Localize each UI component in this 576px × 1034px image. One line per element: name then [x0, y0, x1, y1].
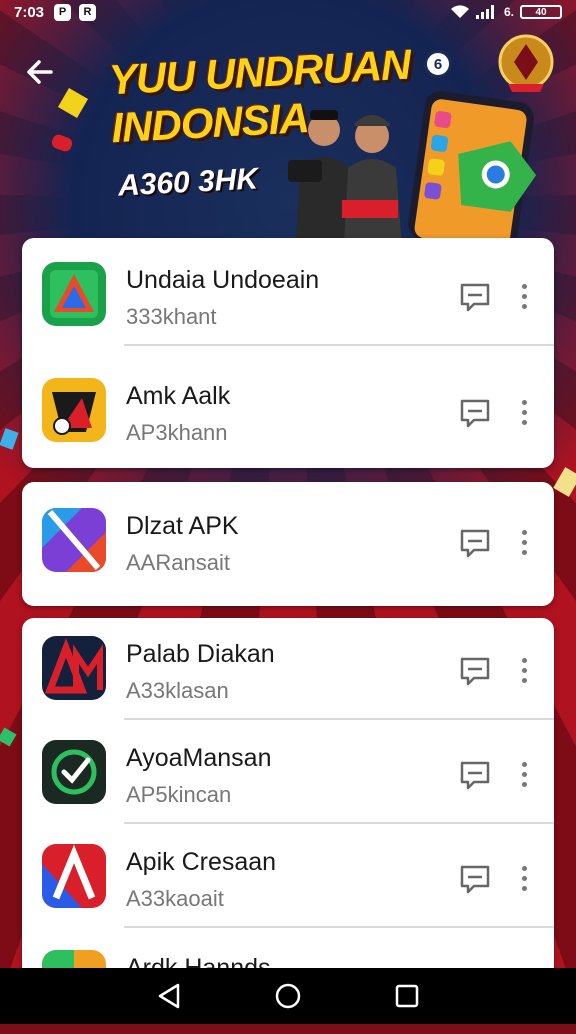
list-item[interactable]: Dlzat APK AARansait: [22, 488, 554, 592]
app-name: Amk Aalk: [126, 382, 231, 410]
chat-bubble-icon: [460, 283, 490, 312]
status-bar: 7:03 P R 6. 40: [0, 0, 576, 24]
more-options-button[interactable]: [514, 524, 534, 560]
nav-recents-button[interactable]: [392, 981, 422, 1011]
letter-a-logo-icon: [42, 844, 106, 908]
chat-bubble-icon: [460, 865, 490, 894]
app-icon-palab: [42, 636, 106, 700]
chat-bubble-icon: [460, 529, 490, 558]
app-name: Dlzat APK: [126, 512, 239, 540]
app-subtitle: A33klasan: [126, 678, 229, 703]
app-name: Palab Diakan: [126, 640, 275, 668]
app-icon-apik: [42, 844, 106, 908]
more-options-button[interactable]: [514, 652, 534, 688]
letter-am-logo-icon: [42, 636, 106, 700]
back-button[interactable]: [20, 52, 60, 92]
divider: [124, 344, 554, 346]
app-icon-amk: [42, 378, 106, 442]
signal-text: 6.: [503, 5, 514, 19]
message-button[interactable]: [458, 526, 492, 560]
more-options-button[interactable]: [514, 756, 534, 792]
wifi-icon: [450, 5, 469, 19]
chat-bubble-icon: [460, 399, 490, 428]
notification-app-icon-2: R: [79, 3, 97, 21]
app-name: Undaia Undoeain: [126, 266, 320, 294]
more-options-button[interactable]: [514, 394, 534, 430]
app-icon-undaia: [42, 262, 106, 326]
battery-text: 40: [535, 6, 547, 18]
diagonal-logo-icon: [42, 508, 106, 572]
app-card-1: Undaia Undoeain 333khant Amk Aalk AP3kha…: [22, 238, 554, 468]
garuda-emblem-icon: [498, 34, 554, 92]
divider: [124, 926, 554, 928]
list-item[interactable]: Undaia Undoeain 333khant: [22, 242, 554, 346]
list-item[interactable]: Apik Cresaan A33kaoait: [22, 824, 554, 928]
circle-home-icon: [275, 983, 301, 1009]
app-subtitle: AP3khann: [126, 420, 228, 445]
navigation-bar: [0, 968, 576, 1024]
square-recents-icon: [395, 984, 418, 1008]
more-options-button[interactable]: [514, 860, 534, 896]
chat-bubble-icon: [460, 657, 490, 686]
app-subtitle: AARansait: [126, 550, 230, 575]
triangle-back-icon: [159, 983, 180, 1009]
banner-badge: 6: [424, 50, 452, 78]
app-card-2: Dlzat APK AARansait: [22, 482, 554, 606]
chat-bubble-icon: [460, 761, 490, 790]
battery-icon: 40: [520, 5, 562, 19]
app-subtitle: AP5kincan: [126, 782, 232, 807]
nav-home-button[interactable]: [273, 981, 303, 1011]
app-subtitle: A33kaoait: [126, 886, 224, 911]
check-logo-icon: [42, 740, 106, 804]
list-item[interactable]: Amk Aalk AP3khann: [22, 358, 554, 462]
message-button[interactable]: [458, 862, 492, 896]
shield-logo-icon: [42, 378, 106, 442]
triangle-logo-icon: [42, 262, 106, 326]
arrow-left-icon: [27, 60, 53, 84]
app-icon-dlzat: [42, 508, 106, 572]
signal-icon: [475, 5, 494, 19]
list-item[interactable]: AyoaMansan AP5kincan: [22, 720, 554, 824]
phone-illustration-icon: [408, 91, 537, 251]
nav-back-button[interactable]: [154, 981, 184, 1011]
status-time: 7:03: [14, 3, 45, 21]
app-card-3: Palab Diakan A33klasan AyoaMansan AP5kin…: [22, 616, 554, 1014]
app-name: AyoaMansan: [126, 744, 272, 772]
app-name: Apik Cresaan: [126, 848, 277, 876]
list-item[interactable]: Palab Diakan A33klasan: [22, 616, 554, 720]
more-options-button[interactable]: [514, 278, 534, 314]
notification-app-icon: P: [54, 3, 72, 21]
app-subtitle: 333khant: [126, 304, 217, 329]
app-icon-ayoa: [42, 740, 106, 804]
message-button[interactable]: [458, 654, 492, 688]
message-button[interactable]: [458, 280, 492, 314]
message-button[interactable]: [458, 396, 492, 430]
message-button[interactable]: [458, 758, 492, 792]
status-right: 6. 40: [450, 5, 562, 19]
